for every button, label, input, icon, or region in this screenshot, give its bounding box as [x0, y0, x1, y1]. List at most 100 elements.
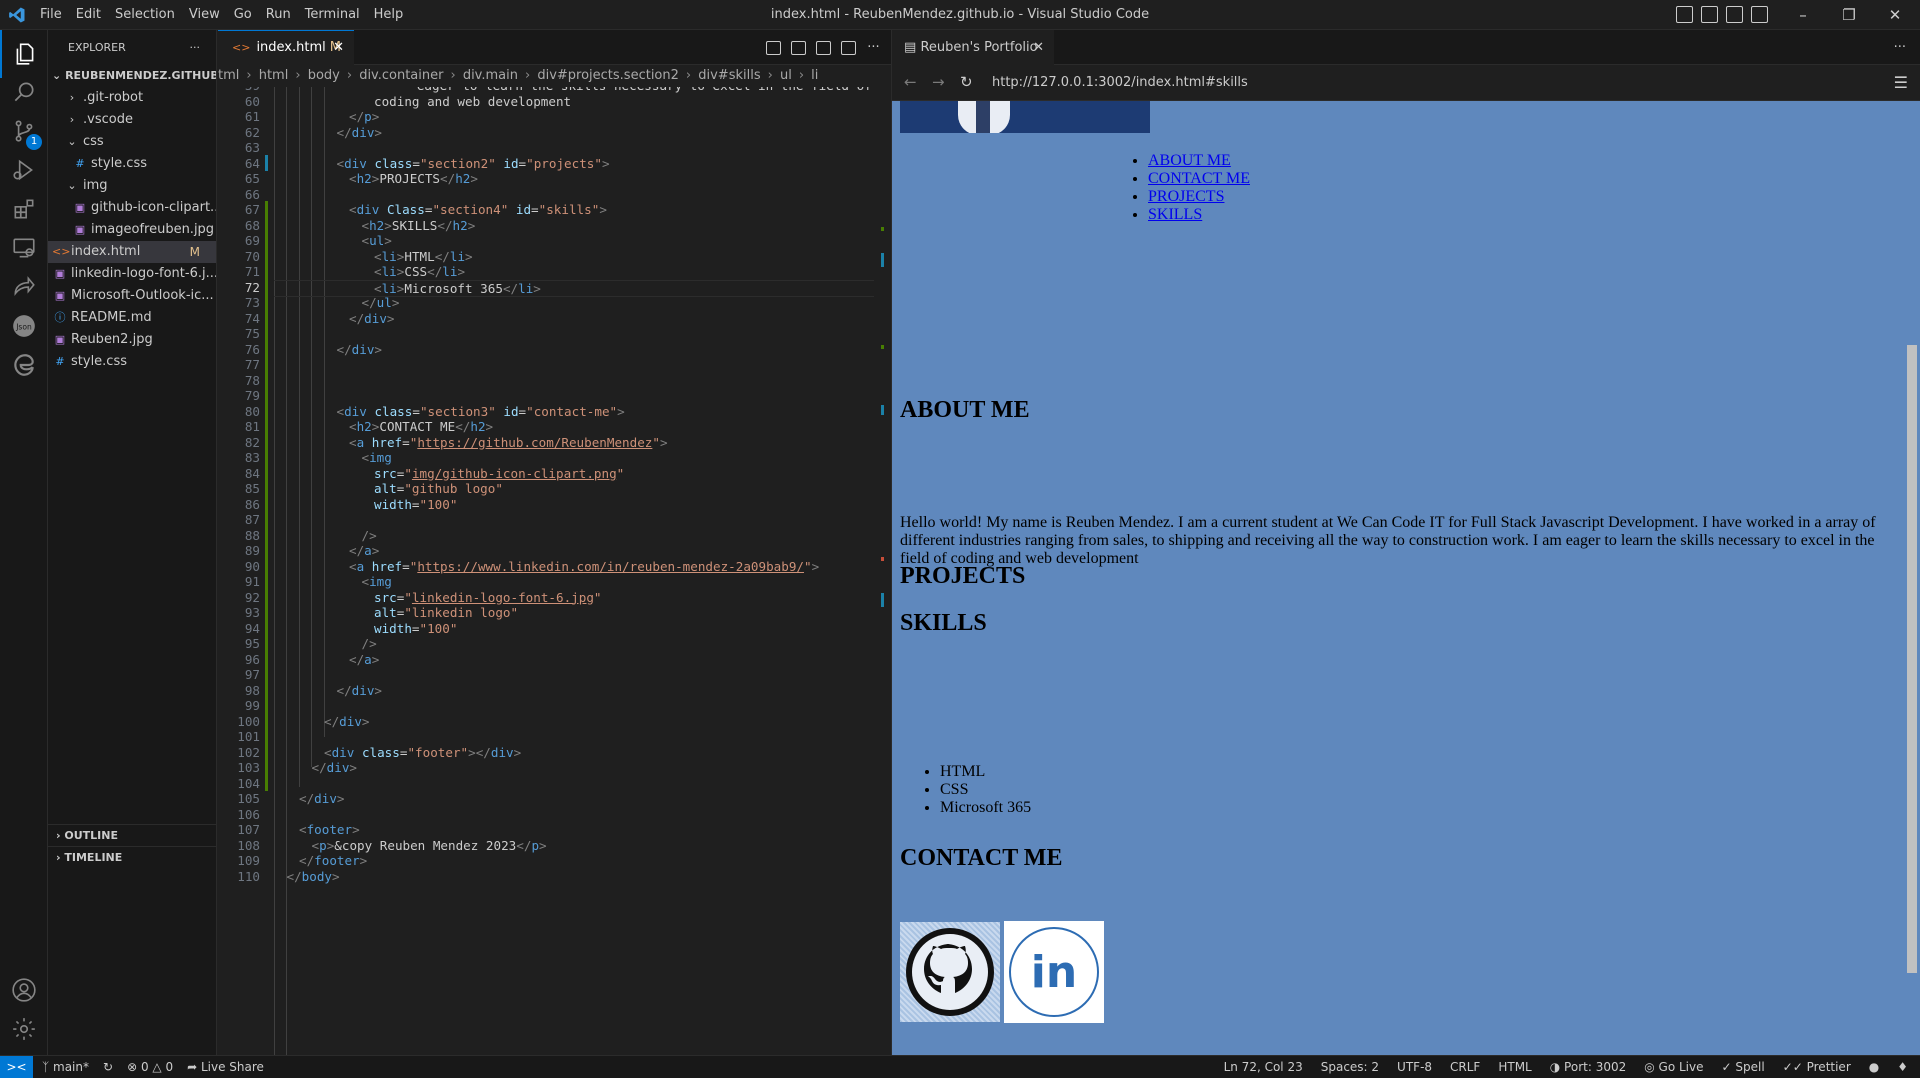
code-line[interactable]: alt="linkedin logo": [274, 605, 518, 620]
tree-item-img-folder[interactable]: ⌄ img: [48, 175, 216, 197]
breadcrumb-item[interactable]: div#skills: [698, 68, 760, 83]
back-icon[interactable]: ←: [904, 73, 917, 91]
close-icon[interactable]: ✕: [1033, 30, 1044, 65]
show-browser-icon[interactable]: [816, 40, 831, 55]
code-line[interactable]: <img: [274, 574, 392, 589]
explorer-more-icon[interactable]: ···: [190, 30, 201, 65]
code-line[interactable]: width="100": [274, 621, 457, 636]
breadcrumb-item[interactable]: li: [811, 68, 818, 83]
minimize-icon[interactable]: –: [1780, 0, 1826, 30]
nav-link-skills[interactable]: SKILLS: [1148, 206, 1202, 223]
prettier-button[interactable]: ✓✓ Prettier: [1783, 1056, 1851, 1078]
nav-link-projects[interactable]: PROJECTS: [1148, 188, 1224, 205]
code-line[interactable]: </div>: [274, 342, 383, 357]
port-indicator[interactable]: ◑ Port: 3002: [1550, 1056, 1626, 1078]
code-line[interactable]: <li>Microsoft 365</li>: [274, 279, 874, 297]
tab-reubens-portfolio[interactable]: ▤ Reuben's Portfolio ✕: [892, 30, 1054, 65]
url-input[interactable]: http://127.0.0.1:3002/index.html#skills: [992, 65, 1248, 101]
code-line[interactable]: <div class="footer"></div>: [274, 745, 521, 760]
breadcrumb-item[interactable]: div.main: [463, 68, 518, 83]
reload-icon[interactable]: ↻: [960, 73, 973, 91]
code-line[interactable]: <li>CSS</li>: [274, 264, 465, 279]
code-line[interactable]: </div>: [274, 760, 358, 775]
breadcrumb-item[interactable]: div.container: [359, 68, 443, 83]
timeline-section[interactable]: › TIMELINE: [48, 846, 217, 868]
code-line[interactable]: src="img/github-icon-clipart.png": [274, 466, 624, 481]
code-line[interactable]: <a href="https://github.com/ReubenMendez…: [274, 435, 668, 450]
code-line[interactable]: </a>: [274, 543, 379, 558]
code-line[interactable]: <div Class="section4" id="skills">: [274, 202, 607, 217]
code-line[interactable]: </div>: [274, 125, 383, 140]
code-line[interactable]: eager to learn the skills necessary to e…: [274, 87, 872, 93]
cursor-position[interactable]: Ln 72, Col 23: [1224, 1056, 1303, 1078]
code-line[interactable]: <footer>: [274, 822, 360, 837]
code-line[interactable]: <div class="section2" id="projects">: [274, 156, 610, 171]
code-line[interactable]: />: [274, 636, 377, 651]
spell-button[interactable]: ✓ Spell: [1722, 1056, 1765, 1078]
code-line[interactable]: alt="github logo": [274, 481, 503, 496]
code-line[interactable]: </div>: [274, 714, 370, 729]
code-line[interactable]: src="linkedin-logo-font-6.jpg": [274, 590, 602, 605]
tab-index-html[interactable]: <> index.html M ✕: [218, 30, 354, 65]
code-line[interactable]: <h2>PROJECTS</h2>: [274, 171, 478, 186]
code-line[interactable]: width="100": [274, 497, 457, 512]
more-actions-icon[interactable]: ···: [866, 40, 881, 55]
menu-edit[interactable]: Edit: [69, 0, 108, 30]
tree-item-vscode[interactable]: › .vscode: [48, 109, 216, 131]
tree-item-git-robot[interactable]: › .git-robot: [48, 87, 216, 109]
breadcrumb-item[interactable]: ul: [780, 68, 792, 83]
tree-item-imageofreuben[interactable]: ▣ imageofreuben.jpg: [48, 219, 216, 241]
go-live-button[interactable]: ◎ Go Live: [1644, 1056, 1703, 1078]
breadcrumb-item[interactable]: div#projects.section2: [537, 68, 679, 83]
menu-file[interactable]: File: [33, 0, 69, 30]
problems-indicator[interactable]: ⊗ 0 △ 0: [127, 1056, 173, 1078]
language-mode[interactable]: HTML: [1498, 1056, 1531, 1078]
preview-scrollbar[interactable]: [1904, 101, 1920, 1055]
notifications-bell-icon[interactable]: ♦: [1897, 1056, 1908, 1078]
tree-item-readme[interactable]: ⓘ README.md: [48, 307, 216, 329]
tree-item-microsoft-outlook[interactable]: ▣ Microsoft-Outlook-ic...: [48, 285, 216, 307]
code-line[interactable]: </div>: [274, 791, 345, 806]
breadcrumb-item[interactable]: html: [259, 68, 289, 83]
tree-item-css-folder[interactable]: ⌄ css: [48, 131, 216, 153]
breadcrumb-item[interactable]: body: [308, 68, 340, 83]
menu-help[interactable]: Help: [367, 0, 411, 30]
code-line[interactable]: <h2>CONTACT ME</h2>: [274, 419, 493, 434]
split-editor-icon[interactable]: [841, 40, 856, 55]
tree-item-index-html[interactable]: <>index.html M: [48, 241, 216, 263]
close-window-icon[interactable]: ✕: [1872, 0, 1918, 30]
menu-go[interactable]: Go: [227, 0, 259, 30]
restore-icon[interactable]: ❐: [1826, 0, 1872, 30]
code-line[interactable]: <a href="https://www.linkedin.com/in/reu…: [274, 559, 819, 574]
code-line[interactable]: </div>: [274, 311, 395, 326]
customize-layout-icon[interactable]: [1751, 6, 1768, 23]
menu-selection[interactable]: Selection: [108, 0, 182, 30]
code-line[interactable]: </body>: [274, 869, 340, 884]
encoding[interactable]: UTF-8: [1397, 1056, 1432, 1078]
breadcrumb-item[interactable]: tml: [218, 68, 239, 83]
code-line[interactable]: <ul>: [274, 233, 392, 248]
indentation[interactable]: Spaces: 2: [1321, 1056, 1379, 1078]
github-logo-link[interactable]: [900, 922, 1000, 1022]
workspace-root[interactable]: ⌄ REUBENMENDEZ.GITHUB.IO: [48, 65, 216, 87]
live-share-button[interactable]: ➦ Live Share: [187, 1056, 264, 1078]
toggle-panel-icon[interactable]: [1701, 6, 1718, 23]
tree-item-github-icon-clipart[interactable]: ▣ github-icon-clipart....: [48, 197, 216, 219]
editor-overview-ruler[interactable]: [877, 87, 891, 1055]
code-line[interactable]: </ul>: [274, 295, 400, 310]
sync-icon[interactable]: ↻: [103, 1056, 113, 1078]
menu-terminal[interactable]: Terminal: [298, 0, 367, 30]
line-ending[interactable]: CRLF: [1450, 1056, 1480, 1078]
code-line[interactable]: />: [274, 528, 377, 543]
toggle-primary-sidebar-icon[interactable]: [1676, 6, 1693, 23]
nav-link-about-me[interactable]: ABOUT ME: [1148, 152, 1231, 169]
edge-devtools-icon[interactable]: [0, 341, 48, 389]
nav-link-contact-me[interactable]: CONTACT ME: [1148, 170, 1250, 187]
tree-item-linkedin-logo[interactable]: ▣ linkedin-logo-font-6.j...: [48, 263, 216, 285]
code-line[interactable]: </footer>: [274, 853, 367, 868]
close-icon[interactable]: ✕: [333, 31, 344, 65]
code-line[interactable]: <img: [274, 450, 392, 465]
code-line[interactable]: </p>: [274, 109, 379, 124]
accounts-icon[interactable]: ●: [1869, 1056, 1879, 1078]
code-line[interactable]: coding and web development: [274, 94, 571, 109]
